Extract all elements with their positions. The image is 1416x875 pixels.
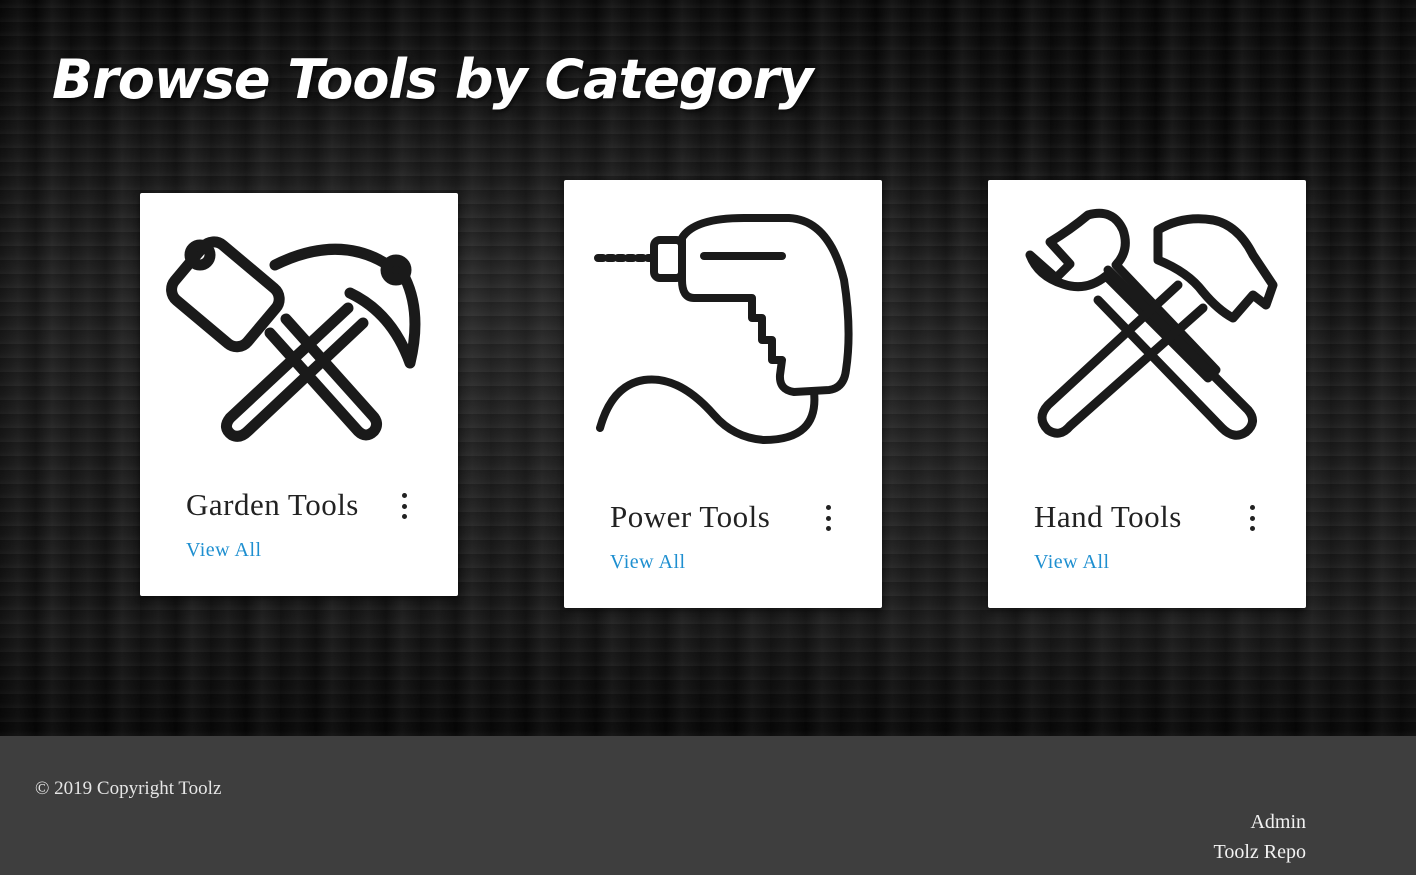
footer-link-toolz-repo[interactable]: Toolz Repo <box>1214 837 1306 867</box>
view-all-link[interactable]: View All <box>610 551 686 574</box>
category-card-hand-tools[interactable]: Hand Tools View All <box>988 180 1306 608</box>
footer: © 2019 Copyright Toolz Admin Toolz Repo <box>0 736 1416 875</box>
wrench-hammer-icon <box>1008 200 1286 460</box>
category-title: Hand Tools <box>1034 499 1182 534</box>
pickaxe-mallet-icon <box>160 213 438 473</box>
more-options-icon[interactable] <box>398 493 410 519</box>
more-options-icon[interactable] <box>822 505 834 531</box>
category-card-power-tools[interactable]: Power Tools View All <box>564 180 882 608</box>
view-all-link[interactable]: View All <box>186 539 262 562</box>
hero-background: Browse Tools by Category Garden Tools Vi… <box>0 0 1416 736</box>
more-options-icon[interactable] <box>1246 505 1258 531</box>
category-title: Power Tools <box>610 499 771 534</box>
footer-links: Admin Toolz Repo <box>1214 807 1306 867</box>
copyright-text: © 2019 Copyright Toolz <box>35 778 222 799</box>
view-all-link[interactable]: View All <box>1034 551 1110 574</box>
category-card-garden-tools[interactable]: Garden Tools View All <box>140 193 458 596</box>
footer-link-admin[interactable]: Admin <box>1214 807 1306 837</box>
category-title: Garden Tools <box>186 487 359 522</box>
page-title: Browse Tools by Category <box>52 48 814 111</box>
power-drill-icon <box>584 200 862 460</box>
